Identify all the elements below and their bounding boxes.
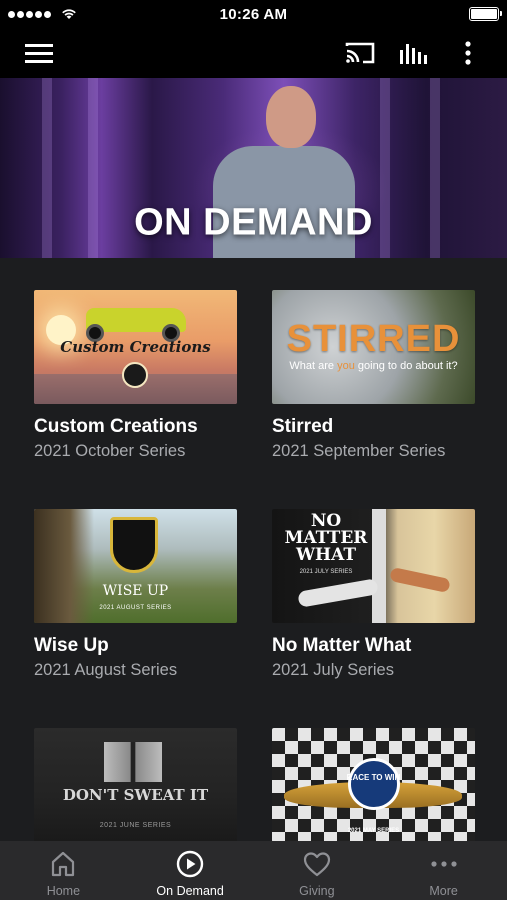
- shield-logo-icon: [110, 517, 158, 573]
- home-icon: [49, 850, 77, 878]
- play-circle-icon: [176, 850, 204, 878]
- series-subtitle: 2021 October Series: [34, 442, 186, 460]
- series-subtitle: 2021 September Series: [272, 442, 446, 460]
- series-thumbnail[interactable]: RACE TO WIN 2021 MAY SERIES: [272, 728, 475, 841]
- thumbnail-tagline: What are you going to do about it?: [289, 360, 458, 372]
- series-card-no-matter-what[interactable]: NO MATTER WHAT 2021 JULY SERIES No Matte…: [272, 509, 475, 680]
- thumbnail-text: DON'T SWEAT IT: [62, 786, 209, 804]
- thumbnail-text: STIRRED: [286, 318, 461, 360]
- thumbnail-subtext: 2021 AUGUST SERIES: [99, 605, 172, 611]
- series-subtitle: 2021 August Series: [34, 661, 178, 679]
- cross-logo-icon: [122, 362, 148, 388]
- hero-banner: ON DEMAND: [0, 78, 507, 258]
- series-title: Custom Creations: [34, 416, 198, 437]
- series-card-race-to-win[interactable]: RACE TO WIN 2021 MAY SERIES: [272, 728, 475, 841]
- series-thumbnail[interactable]: STIRRED What are you going to do about i…: [272, 290, 475, 404]
- status-time: 10:26 AM: [219, 5, 288, 23]
- series-title: No Matter What: [272, 635, 412, 656]
- tab-on-demand[interactable]: On Demand: [127, 841, 254, 900]
- series-grid: Custom Creations Custom Creations 2021 O…: [0, 258, 507, 841]
- series-subtitle: 2021 July Series: [272, 661, 394, 679]
- app-bar: [0, 28, 507, 78]
- thumbnail-text: NO MATTER WHAT: [284, 511, 368, 565]
- thumbnail-text: Custom Creations: [60, 338, 211, 356]
- series-card-custom-creations[interactable]: Custom Creations Custom Creations 2021 O…: [34, 290, 237, 461]
- tab-label: Giving: [299, 884, 335, 898]
- cast-icon[interactable]: [344, 28, 376, 78]
- doors-graphic: [104, 742, 162, 782]
- tab-home[interactable]: Home: [0, 841, 127, 900]
- series-thumbnail[interactable]: NO MATTER WHAT 2021 JULY SERIES: [272, 509, 475, 623]
- tab-label: More: [429, 884, 458, 898]
- medal-logo-icon: [348, 758, 400, 810]
- series-thumbnail[interactable]: Custom Creations: [34, 290, 237, 404]
- series-title: Wise Up: [34, 635, 109, 656]
- thumbnail-subtext: 2021 MAY SERIES: [347, 828, 400, 834]
- hero-title: ON DEMAND: [134, 201, 373, 244]
- tab-giving[interactable]: Giving: [254, 841, 381, 900]
- battery-icon: [469, 7, 502, 21]
- tab-more[interactable]: More: [380, 841, 507, 900]
- more-horiz-icon: [430, 850, 458, 878]
- series-thumbnail[interactable]: DON'T SWEAT IT 2021 JUNE SERIES: [34, 728, 237, 841]
- heart-icon: [303, 850, 331, 878]
- series-card-stirred[interactable]: STIRRED What are you going to do about i…: [272, 290, 475, 461]
- series-title: Stirred: [272, 416, 334, 437]
- series-card-dont-sweat-it[interactable]: DON'T SWEAT IT 2021 JUNE SERIES: [34, 728, 237, 841]
- series-thumbnail[interactable]: WISE UP 2021 AUGUST SERIES: [34, 509, 237, 623]
- more-vert-icon[interactable]: [460, 28, 476, 78]
- tab-label: On Demand: [156, 884, 224, 898]
- series-card-wise-up[interactable]: WISE UP 2021 AUGUST SERIES Wise Up 2021 …: [34, 509, 237, 680]
- tab-label: Home: [46, 884, 81, 898]
- tab-bar: Home On Demand Giving More: [0, 841, 507, 900]
- thumbnail-subtext: 2021 JUNE SERIES: [99, 822, 172, 829]
- thumbnail-text: WISE UP: [102, 583, 169, 599]
- menu-icon[interactable]: [24, 28, 54, 78]
- audio-bars-icon[interactable]: [398, 28, 430, 78]
- thumbnail-subtext: 2021 JULY SERIES: [299, 569, 353, 575]
- thumbnail-text: RACE TO WIN: [346, 773, 401, 782]
- status-bar: 10:26 AM: [0, 0, 507, 28]
